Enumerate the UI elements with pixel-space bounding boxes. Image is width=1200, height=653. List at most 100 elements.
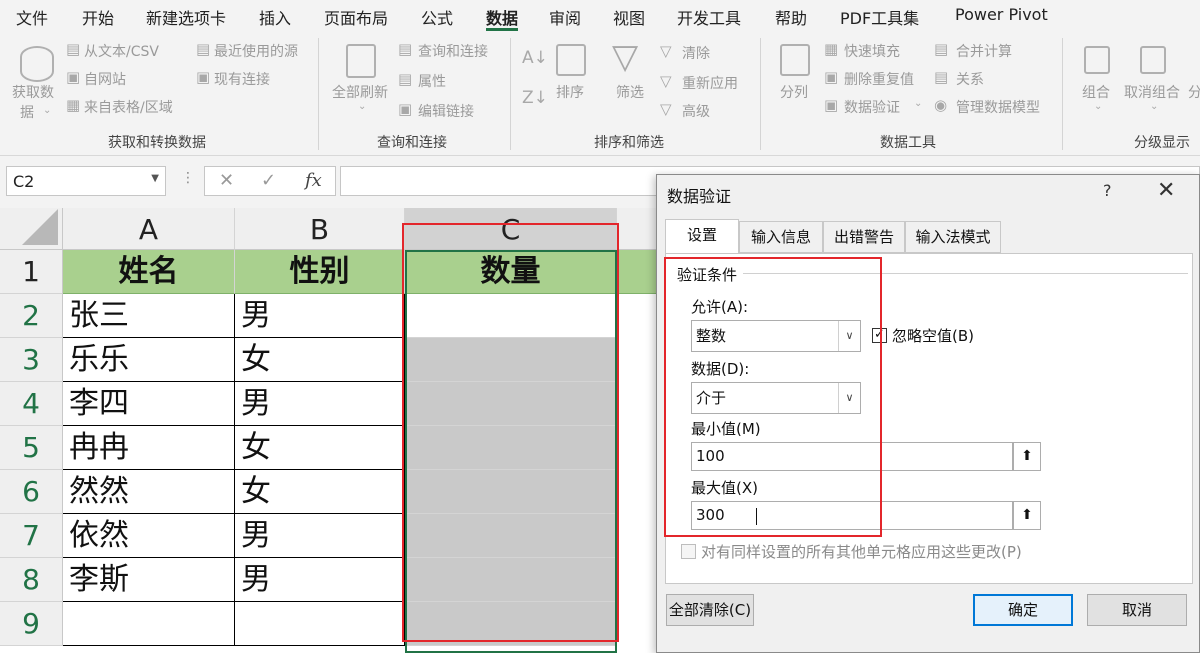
apply-all-checkbox[interactable] <box>681 544 696 559</box>
table-cell[interactable] <box>405 470 617 514</box>
data-validation-button[interactable]: 数据验证 <box>844 97 900 117</box>
row-header-1[interactable]: 1 <box>0 250 63 294</box>
table-cell[interactable]: 女 <box>235 470 405 514</box>
tab-input-message[interactable]: 输入信息 <box>739 221 823 253</box>
properties-button[interactable]: 属性 <box>418 71 446 91</box>
column-header-b[interactable]: B <box>235 208 405 250</box>
cancel-button[interactable]: 取消 <box>1087 594 1187 626</box>
ok-button[interactable]: 确定 <box>973 594 1073 626</box>
flash-fill-button[interactable]: 快速填充 <box>844 41 900 61</box>
header-cell-quantity[interactable]: 数量 <box>405 250 617 294</box>
row-header-3[interactable]: 3 <box>0 338 63 382</box>
table-cell[interactable] <box>405 558 617 602</box>
row-header-6[interactable]: 6 <box>0 470 63 514</box>
sort-button[interactable]: 排序 <box>556 82 584 102</box>
enter-icon[interactable]: ✓ <box>261 170 276 191</box>
menu-pdf-tools[interactable]: PDF工具集 <box>840 5 919 29</box>
clear-all-button[interactable]: 全部清除(C) <box>666 594 754 626</box>
column-header-a[interactable]: A <box>63 208 235 250</box>
menu-home[interactable]: 开始 <box>82 5 114 29</box>
menu-help[interactable]: 帮助 <box>775 5 807 29</box>
tab-error-alert[interactable]: 出错警告 <box>823 221 905 253</box>
table-cell[interactable] <box>405 338 617 382</box>
cancel-icon[interactable]: ✕ <box>219 170 234 191</box>
get-data-button[interactable]: 获取数 <box>12 82 54 102</box>
from-text-button[interactable]: 从文本/CSV <box>84 41 159 61</box>
table-cell[interactable] <box>405 382 617 426</box>
consolidate-button[interactable]: 合并计算 <box>956 41 1012 61</box>
active-cell-c2[interactable] <box>405 294 617 338</box>
maximum-input[interactable]: 300 <box>691 501 1013 530</box>
menu-review[interactable]: 审阅 <box>549 5 581 29</box>
table-cell[interactable]: 男 <box>235 558 405 602</box>
group-button[interactable]: 组合 <box>1082 82 1110 102</box>
table-cell[interactable] <box>63 602 235 646</box>
filter-button[interactable]: 筛选 <box>616 82 644 102</box>
range-picker-icon[interactable]: ⬆ <box>1013 442 1041 471</box>
data-select[interactable]: 介于 ∨ <box>691 382 861 414</box>
from-table-button[interactable]: 来自表格/区域 <box>84 97 173 117</box>
table-cell[interactable] <box>235 602 405 646</box>
table-cell[interactable]: 女 <box>235 426 405 470</box>
table-cell[interactable]: 男 <box>235 382 405 426</box>
existing-connections-button[interactable]: 现有连接 <box>214 69 270 89</box>
row-header-4[interactable]: 4 <box>0 382 63 426</box>
text-to-columns-button[interactable]: 分列 <box>780 82 808 102</box>
table-cell[interactable] <box>405 514 617 558</box>
header-cell-name[interactable]: 姓名 <box>63 250 235 294</box>
close-icon[interactable]: ✕ <box>1157 178 1175 203</box>
insert-function-icon[interactable]: fx <box>305 170 322 191</box>
row-header-5[interactable]: 5 <box>0 426 63 470</box>
subtotal-button[interactable]: 分 <box>1188 82 1200 102</box>
remove-duplicates-button[interactable]: 删除重复值 <box>844 69 914 89</box>
menu-page-layout[interactable]: 页面布局 <box>324 5 388 29</box>
manage-data-model-button[interactable]: 管理数据模型 <box>956 97 1040 117</box>
row-header-2[interactable]: 2 <box>0 294 63 338</box>
table-cell[interactable]: 女 <box>235 338 405 382</box>
table-cell[interactable]: 男 <box>235 514 405 558</box>
from-web-button[interactable]: 自网站 <box>84 69 126 89</box>
reapply-button[interactable]: 重新应用 <box>682 73 738 93</box>
table-cell[interactable]: 乐乐 <box>63 338 235 382</box>
header-cell-gender[interactable]: 性别 <box>235 250 405 294</box>
minimum-input[interactable]: 100 <box>691 442 1013 471</box>
menu-file[interactable]: 文件 <box>16 5 48 29</box>
allow-select[interactable]: 整数 ∨ <box>691 320 861 352</box>
row-header-7[interactable]: 7 <box>0 514 63 558</box>
menu-insert[interactable]: 插入 <box>259 5 291 29</box>
menu-power-pivot[interactable]: Power Pivot <box>955 5 1048 24</box>
menu-new-tab[interactable]: 新建选项卡 <box>146 5 226 29</box>
clear-button[interactable]: 清除 <box>682 43 710 63</box>
range-picker-icon[interactable]: ⬆ <box>1013 501 1041 530</box>
ungroup-button[interactable]: 取消组合 <box>1124 82 1180 102</box>
tab-ime-mode[interactable]: 输入法模式 <box>905 221 1001 253</box>
table-cell[interactable] <box>405 602 617 646</box>
table-cell[interactable] <box>405 426 617 470</box>
table-cell[interactable]: 李四 <box>63 382 235 426</box>
name-box[interactable]: C2 ▼ <box>6 166 166 196</box>
refresh-all-button[interactable]: 全部刷新 <box>332 82 388 102</box>
chevron-down-icon[interactable]: ∨ <box>838 321 860 351</box>
select-all-corner[interactable] <box>0 208 63 250</box>
help-icon[interactable]: ? <box>1103 181 1112 200</box>
menu-formulas[interactable]: 公式 <box>421 5 453 29</box>
recent-sources-button[interactable]: 最近使用的源 <box>214 41 298 61</box>
table-cell[interactable]: 张三 <box>63 294 235 338</box>
menu-data[interactable]: 数据 <box>486 5 518 29</box>
menu-developer[interactable]: 开发工具 <box>677 5 741 29</box>
chevron-down-icon[interactable]: ∨ <box>838 383 860 413</box>
row-header-8[interactable]: 8 <box>0 558 63 602</box>
table-cell[interactable]: 冉冉 <box>63 426 235 470</box>
column-header-c[interactable]: C <box>405 208 617 250</box>
edit-links-button[interactable]: 编辑链接 <box>418 101 474 121</box>
table-cell[interactable]: 男 <box>235 294 405 338</box>
table-cell[interactable]: 李斯 <box>63 558 235 602</box>
tab-settings[interactable]: 设置 <box>665 219 739 254</box>
ignore-blank-checkbox[interactable]: ✓ <box>872 328 887 343</box>
menu-view[interactable]: 视图 <box>613 5 645 29</box>
header-cell-d[interactable] <box>617 250 657 294</box>
relationships-button[interactable]: 关系 <box>956 69 984 89</box>
advanced-button[interactable]: 高级 <box>682 101 710 121</box>
queries-connections-button[interactable]: 查询和连接 <box>418 41 488 61</box>
column-d-cells[interactable] <box>617 294 657 653</box>
